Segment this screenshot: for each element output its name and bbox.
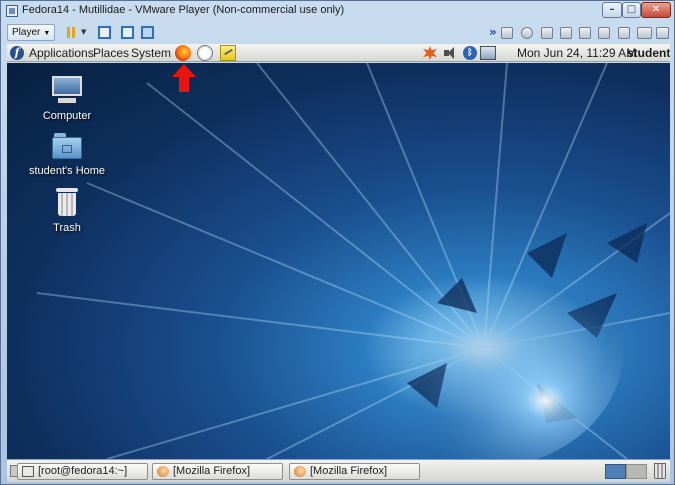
workspace-1-switcher[interactable] xyxy=(605,464,626,479)
full-screen-icon[interactable] xyxy=(121,26,134,39)
bluetooth-icon[interactable]: ᛒ xyxy=(463,46,477,60)
player-menu-button[interactable]: Player ▼ xyxy=(7,24,56,41)
player-menu-label: Player xyxy=(12,27,41,38)
hard-disk-icon[interactable] xyxy=(501,27,513,39)
send-ctrl-alt-del-icon[interactable] xyxy=(98,26,111,39)
system-menu[interactable]: System xyxy=(131,46,171,60)
vmware-app-icon xyxy=(6,5,18,17)
chevron-down-icon: ▼ xyxy=(43,30,51,37)
sound-card-icon[interactable] xyxy=(598,27,610,39)
home-folder-icon xyxy=(52,133,82,159)
cd-dvd-icon[interactable] xyxy=(521,27,533,39)
firefox-icon xyxy=(294,466,306,477)
desktop-icon-trash[interactable]: Trash xyxy=(17,188,117,234)
desktop-icon-label: Computer xyxy=(42,110,92,122)
trash-icon xyxy=(56,188,78,216)
update-notifier-icon[interactable] xyxy=(423,46,437,60)
printer-icon[interactable] xyxy=(618,27,630,39)
taskbar-item-label: [Mozilla Firefox] xyxy=(173,465,251,477)
message-log-icon[interactable] xyxy=(656,27,669,39)
workspace-2-switcher[interactable] xyxy=(626,464,647,479)
desktop-background[interactable]: Computer student's Home Trash xyxy=(7,63,670,459)
red-arrow-annotation-icon xyxy=(172,64,196,92)
desktop-icon-computer[interactable]: Computer xyxy=(17,76,117,122)
fedora-logo-icon[interactable]: f xyxy=(10,46,24,60)
taskbar-item-terminal[interactable]: [root@fedora14:~] xyxy=(17,463,148,480)
taskbar-item-label: [root@fedora14:~] xyxy=(38,465,128,477)
close-button[interactable]: ✕ xyxy=(641,2,671,18)
minimize-button[interactable]: – xyxy=(602,2,622,18)
chevron-down-icon[interactable]: ▼ xyxy=(81,28,89,41)
applications-menu[interactable]: Applications xyxy=(29,46,94,60)
unity-icon[interactable] xyxy=(141,26,154,39)
network-icon[interactable] xyxy=(480,46,496,60)
network-adapter-icon[interactable] xyxy=(560,27,572,39)
places-menu[interactable]: Places xyxy=(93,46,129,60)
usb-icon[interactable] xyxy=(579,27,591,39)
taskbar-item-firefox[interactable]: [Mozilla Firefox] xyxy=(152,463,283,480)
window-title: Fedora14 - Mutillidae - VMware Player (N… xyxy=(22,4,345,16)
display-icon[interactable] xyxy=(637,27,652,39)
user-switcher[interactable]: student xyxy=(627,46,670,60)
more-devices-icon[interactable]: » xyxy=(489,25,497,39)
firefox-launcher-icon[interactable] xyxy=(175,45,191,61)
floppy-icon[interactable] xyxy=(541,27,553,39)
trash-applet-icon[interactable] xyxy=(654,463,666,479)
maximize-button[interactable]: □ xyxy=(622,2,641,18)
desktop-icon-home[interactable]: student's Home xyxy=(17,133,117,177)
computer-icon xyxy=(50,76,84,104)
gnome-top-panel: f Applications Places System ᛒ Mon Jun 2… xyxy=(7,44,670,62)
gnome-bottom-panel: [root@fedora14:~] [Mozilla Firefox] [Moz… xyxy=(7,459,670,482)
vmware-toolbar: Player ▼ ▼ » xyxy=(3,23,672,43)
desktop-icon-label: student's Home xyxy=(28,165,106,177)
taskbar-item-firefox[interactable]: [Mozilla Firefox] xyxy=(289,463,420,480)
evolution-mail-launcher-icon[interactable] xyxy=(197,45,213,61)
guest-screen[interactable]: f Applications Places System ᛒ Mon Jun 2… xyxy=(7,44,670,482)
firefox-icon xyxy=(157,466,169,477)
vmware-player-window: Fedora14 - Mutillidae - VMware Player (N… xyxy=(0,0,675,485)
window-titlebar: Fedora14 - Mutillidae - VMware Player (N… xyxy=(1,1,674,21)
wallpaper-burst xyxy=(36,63,670,459)
pause-icon[interactable] xyxy=(65,26,78,39)
volume-icon[interactable] xyxy=(443,46,457,60)
desktop-icon-label: Trash xyxy=(53,222,81,234)
taskbar-item-label: [Mozilla Firefox] xyxy=(310,465,388,477)
terminal-icon xyxy=(22,466,34,477)
notes-launcher-icon[interactable] xyxy=(220,45,236,61)
panel-clock[interactable]: Mon Jun 24, 11:29 AM xyxy=(517,46,636,60)
